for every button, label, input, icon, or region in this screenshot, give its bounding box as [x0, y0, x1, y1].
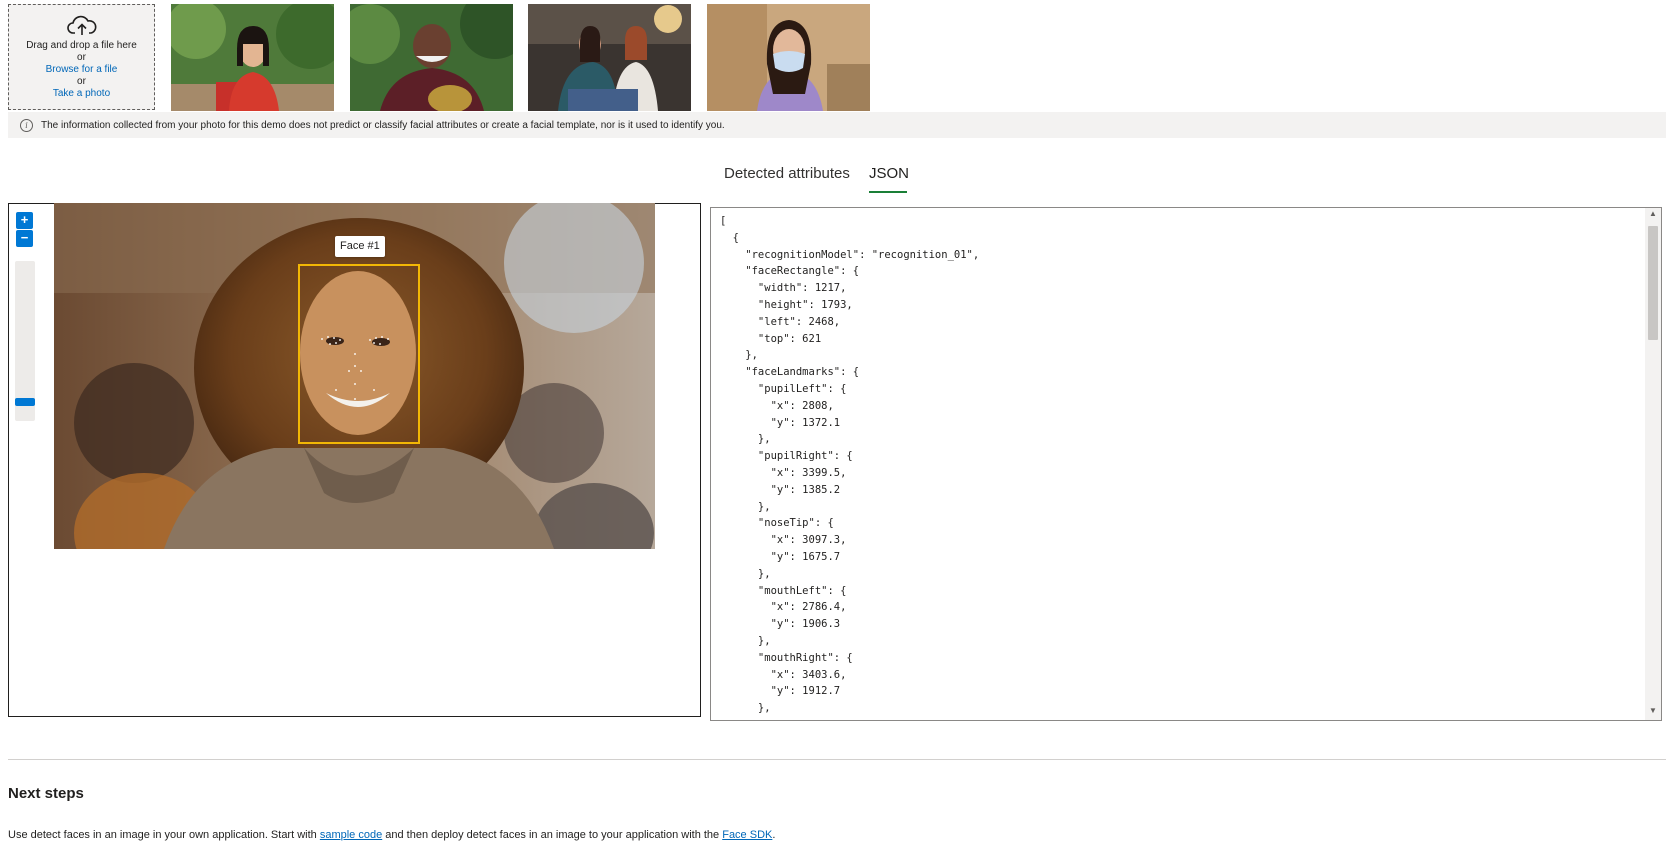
json-line: "y": 1675.7	[720, 550, 841, 563]
next-steps-text-part: .	[772, 829, 776, 841]
json-line: "top": 621	[720, 332, 822, 345]
json-line: "left": 2468,	[720, 315, 841, 328]
zoom-in-button[interactable]: +	[16, 212, 33, 229]
json-line: "mouthLeft": {	[720, 584, 847, 597]
json-line: "y": 1372.1	[720, 416, 841, 429]
tab-detected-attributes[interactable]: Detected attributes	[724, 165, 850, 182]
zoom-out-button[interactable]: −	[16, 230, 33, 247]
json-line: },	[720, 702, 771, 715]
json-line: "pupilRight": {	[720, 450, 853, 463]
sample-image-1[interactable]	[171, 4, 334, 111]
json-line: },	[720, 567, 771, 580]
json-line: "width": 1217,	[720, 282, 847, 295]
section-divider	[8, 759, 1666, 760]
zoom-slider-track[interactable]	[15, 261, 35, 421]
json-line: "faceLandmarks": {	[720, 366, 860, 379]
next-steps-heading: Next steps	[8, 785, 84, 802]
json-line: [	[720, 215, 727, 227]
privacy-info-text: The information collected from your phot…	[41, 119, 725, 131]
take-photo-link[interactable]: Take a photo	[53, 88, 110, 100]
next-steps-text-part: and then deploy detect faces in an image…	[382, 829, 723, 841]
scroll-down-arrow-icon[interactable]: ▼	[1648, 706, 1658, 716]
json-line: "y": 1906.3	[720, 618, 841, 631]
active-tab-indicator	[869, 191, 907, 193]
privacy-info-bar: i The information collected from your ph…	[8, 112, 1666, 138]
sample-code-link[interactable]: sample code	[320, 829, 382, 841]
face-label: Face #1	[335, 236, 385, 257]
upload-or-text: or	[77, 52, 86, 63]
json-line: "pupilLeft": {	[720, 382, 847, 395]
json-line: "y": 1912.7	[720, 685, 841, 698]
json-line: "noseTip": {	[720, 517, 834, 530]
json-line: "x": 3399.5,	[720, 466, 847, 479]
json-line: },	[720, 349, 758, 362]
json-line: },	[720, 433, 771, 446]
json-line: "eyebrowLeftOuter": {	[720, 717, 1652, 720]
zoom-slider-handle[interactable]	[15, 398, 35, 406]
json-line: },	[720, 500, 771, 513]
json-line: "x": 2786.4,	[720, 601, 847, 614]
upload-dropzone[interactable]: Drag and drop a file here or Browse for …	[8, 4, 155, 110]
upload-drag-text: Drag and drop a file here	[26, 40, 137, 51]
scrollbar-thumb[interactable]	[1648, 226, 1658, 340]
json-line: "x": 3097.3,	[720, 534, 847, 547]
json-line: {	[720, 231, 739, 244]
info-icon: i	[20, 118, 33, 132]
json-text: [ { "recognitionModel": "recognition_01"…	[711, 208, 1661, 720]
json-line: "faceRectangle": {	[720, 265, 860, 278]
json-line: },	[720, 634, 771, 647]
json-line: "recognitionModel": "recognition_01",	[720, 248, 980, 261]
json-output-panel[interactable]: [ { "recognitionModel": "recognition_01"…	[710, 207, 1662, 721]
sample-image-3[interactable]	[528, 4, 691, 111]
json-line: "x": 3403.6,	[720, 668, 847, 681]
tab-json[interactable]: JSON	[869, 165, 909, 182]
next-steps-text: Use detect faces in an image in your own…	[8, 829, 775, 841]
sample-image-4[interactable]	[707, 4, 870, 111]
face-bounding-box[interactable]	[298, 264, 420, 444]
cloud-upload-icon	[66, 15, 96, 35]
json-line: "y": 1385.2	[720, 483, 841, 496]
next-steps-text-part: Use detect faces in an image in your own…	[8, 829, 320, 841]
json-line: "x": 2808,	[720, 399, 834, 412]
face-sdk-link[interactable]: Face SDK	[722, 829, 772, 841]
upload-or-text: or	[77, 76, 86, 87]
face-landmarks	[321, 336, 389, 400]
json-line: "height": 1793,	[720, 298, 853, 311]
browse-file-link[interactable]: Browse for a file	[46, 64, 118, 76]
scroll-up-arrow-icon[interactable]: ▲	[1648, 209, 1658, 219]
sample-image-2[interactable]	[350, 4, 513, 111]
json-line: "mouthRight": {	[720, 651, 853, 664]
